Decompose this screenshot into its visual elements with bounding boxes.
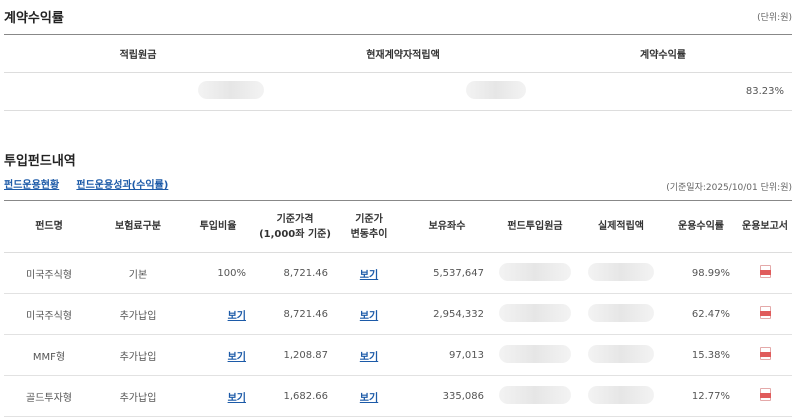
pdf-report-icon[interactable] [759,347,771,360]
pdf-report-icon[interactable] [759,265,771,278]
ratio-view-link[interactable]: 보기 [228,352,246,363]
masked-fund-principal [499,303,571,322]
cell-ratio: 100% [182,252,254,294]
ratio-view-link[interactable]: 보기 [228,311,246,322]
table-row: 미국주식형 추가납입 보기 8,721.46 보기 2,954,332 62.4… [4,293,792,335]
cell-units: 335,086 [402,375,492,417]
fund-tabs: 펀드운용현황 펀드운용성과(수익률) [4,176,182,191]
table-row: 미국주식형 기본 100% 8,721.46 보기 5,537,647 98.9… [4,252,792,294]
th-ratio: 투입비율 [182,200,254,253]
header-principal: 적립원금 [4,34,272,73]
header-current-reserve: 현재계약자적립액 [272,34,534,73]
masked-actual-reserve [588,262,654,281]
cell-base-price: 8,721.46 [254,293,336,335]
th-premium-type: 보험료구분 [94,200,182,253]
contract-unit-note: (단위:원) [757,13,792,23]
masked-fund-principal [499,344,571,363]
masked-actual-reserve [588,344,654,363]
tab-fund-status[interactable]: 펀드운용현황 [4,180,59,191]
th-return: 운용수익률 [664,200,738,253]
masked-current-reserve [466,81,526,99]
fund-base-date-note: (기준일자:2025/10/01 단위:원) [666,183,792,193]
th-fund-principal: 펀드투입원금 [492,200,578,253]
tab-fund-performance[interactable]: 펀드운용성과(수익률) [76,180,168,191]
masked-actual-reserve [588,303,654,322]
price-trend-view-link[interactable]: 보기 [360,270,378,281]
masked-fund-principal [499,385,571,404]
th-report: 운용보고서 [738,200,792,253]
cell-fund-name: 미국주식형 [4,252,94,294]
cell-premium-type: 추가납입 [94,334,182,376]
masked-principal [198,81,264,99]
cell-fund-name: 미국주식형 [4,293,94,335]
ratio-view-link[interactable]: 보기 [228,393,246,404]
cell-base-price: 1,208.87 [254,334,336,376]
fund-section-title: 투입펀드내역 [4,154,76,169]
cell-base-price: 1,682.66 [254,375,336,417]
th-fund-name: 펀드명 [4,200,94,253]
th-units: 보유좌수 [402,200,492,253]
cell-return: 62.47% [664,293,738,335]
header-contract-rate: 계약수익률 [534,34,792,73]
contract-return-table: 적립원금 현재계약자적립액 계약수익률 83.23% [4,34,792,111]
cell-return: 98.99% [664,252,738,294]
cell-units: 5,537,647 [402,252,492,294]
price-trend-view-link[interactable]: 보기 [360,393,378,404]
pdf-report-icon[interactable] [759,388,771,401]
cell-base-price: 8,721.46 [254,252,336,294]
th-price-trend: 기준가 변동추이 [336,200,402,253]
cell-units: 97,013 [402,334,492,376]
cell-premium-type: 기본 [94,252,182,294]
cell-return: 12.77% [664,375,738,417]
table-row: 골드투자형 추가납입 보기 1,682.66 보기 335,086 12.77% [4,375,792,417]
table-row: MMF형 추가납입 보기 1,208.87 보기 97,013 15.38% [4,334,792,376]
cell-premium-type: 추가납입 [94,293,182,335]
contract-return-title: 계약수익률 [4,11,64,26]
masked-actual-reserve [588,385,654,404]
fund-table: 펀드명 보험료구분 투입비율 기준가격 (1,000좌 기준) 기준가 변동추이 보… [4,200,792,417]
cell-fund-name: 골드투자형 [4,375,94,417]
price-trend-view-link[interactable]: 보기 [360,352,378,363]
pdf-report-icon[interactable] [759,306,771,319]
cell-units: 2,954,332 [402,293,492,335]
th-base-price: 기준가격 (1,000좌 기준) [254,200,336,253]
cell-fund-name: MMF형 [4,334,94,376]
masked-fund-principal [499,262,571,281]
th-actual-reserve: 실제적립액 [578,200,664,253]
price-trend-view-link[interactable]: 보기 [360,311,378,322]
cell-return: 15.38% [664,334,738,376]
cell-premium-type: 추가납입 [94,375,182,417]
contract-rate-value: 83.23% [534,72,792,111]
